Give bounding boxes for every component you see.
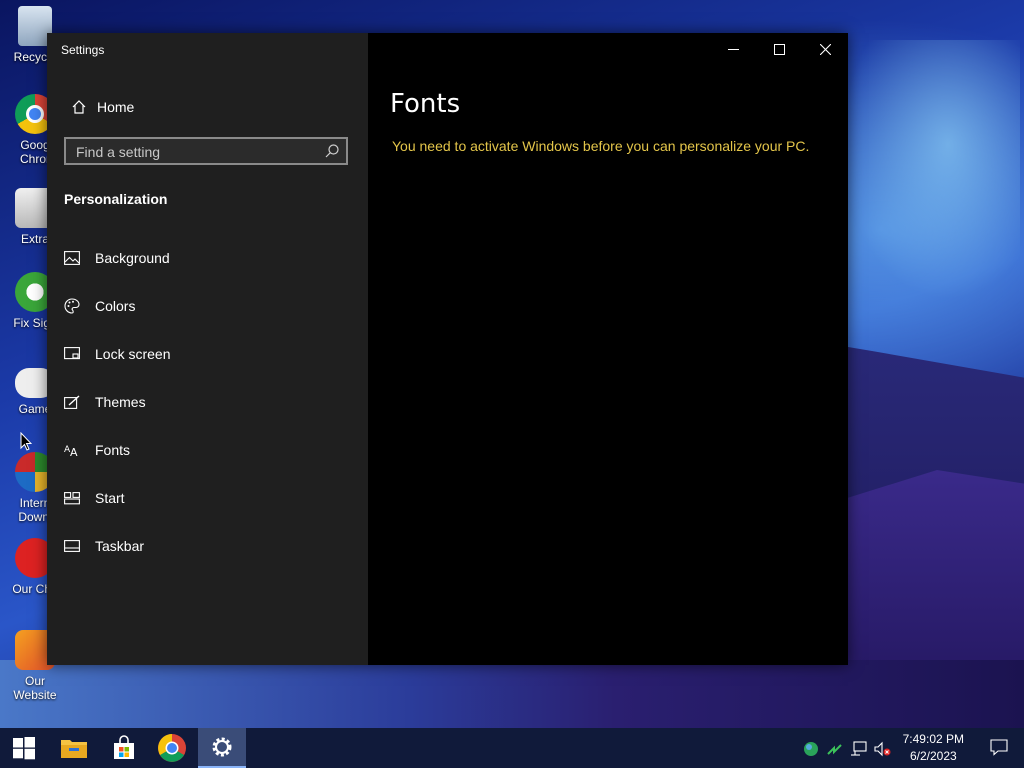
clock-date: 6/2/2023 <box>909 749 957 763</box>
mouse-cursor-icon <box>20 431 33 457</box>
themes-icon <box>63 393 81 411</box>
start-icon <box>63 489 81 507</box>
page-title: Fonts <box>390 89 461 119</box>
clock-time: 7:49:02 PM <box>902 732 964 746</box>
tray-network-activity-icon[interactable] <box>826 740 844 758</box>
sidebar-item-start[interactable]: Start <box>47 474 368 522</box>
desktop-ground <box>0 660 1024 732</box>
sidebar-item-label: Start <box>95 490 125 506</box>
section-title: Personalization <box>64 191 168 207</box>
sidebar-item-taskbar[interactable]: Taskbar <box>47 522 368 570</box>
search-icon[interactable] <box>324 143 340 164</box>
action-center-button[interactable] <box>990 738 1008 761</box>
sidebar-item-background[interactable]: Background <box>47 234 368 282</box>
background-icon <box>63 249 81 267</box>
windows-start-icon <box>13 737 35 760</box>
search-input[interactable] <box>66 139 328 165</box>
taskbar-icon <box>63 537 81 555</box>
sidebar-item-label: Colors <box>95 298 136 314</box>
sidebar-item-label: Fonts <box>95 442 131 458</box>
taskbar-clock[interactable]: 7:49:02 PM 6/2/2023 <box>903 731 964 765</box>
close-icon <box>819 43 831 55</box>
window-title: Settings <box>61 43 105 57</box>
sidebar-item-lock-screen[interactable]: Lock screen <box>47 330 368 378</box>
sidebar-item-label: Taskbar <box>95 538 145 554</box>
notification-icon <box>990 739 1008 756</box>
activation-message: You need to activate Windows before you … <box>392 138 810 154</box>
taskbar-file-explorer[interactable] <box>50 728 98 768</box>
sidebar-item-label: Themes <box>95 394 146 410</box>
start-button[interactable] <box>0 728 48 768</box>
sidebar-item-fonts[interactable]: AA Fonts <box>47 426 368 474</box>
palette-icon <box>63 297 81 315</box>
svg-text:A: A <box>70 446 78 457</box>
taskbar-store[interactable] <box>100 728 148 768</box>
desktop-aurora <box>840 40 1020 300</box>
store-icon <box>114 735 134 759</box>
maximize-icon <box>773 43 785 55</box>
settings-window: Settings Home Personalization Background <box>47 33 848 665</box>
fonts-icon: AA <box>63 441 81 459</box>
file-explorer-icon <box>61 740 87 758</box>
sidebar-item-themes[interactable]: Themes <box>47 378 368 426</box>
taskbar-settings[interactable] <box>198 728 246 768</box>
sidebar-item-label: Background <box>95 250 170 266</box>
sidebar-item-colors[interactable]: Colors <box>47 282 368 330</box>
volume-muted-icon[interactable] <box>874 740 892 758</box>
minimize-icon <box>727 48 739 50</box>
minimize-button[interactable] <box>710 33 756 65</box>
search-box[interactable] <box>64 137 348 165</box>
sidebar-item-label: Lock screen <box>95 346 171 362</box>
maximize-button[interactable] <box>756 33 802 65</box>
chrome-icon <box>158 734 186 762</box>
personalization-nav: Background Colors Lock screen Themes A A… <box>47 234 368 570</box>
close-button[interactable] <box>802 33 848 65</box>
home-nav-item[interactable]: Home <box>47 91 368 123</box>
home-icon <box>63 99 95 115</box>
lock-screen-icon <box>63 345 81 363</box>
tray-app-icon[interactable] <box>802 740 820 758</box>
settings-gear-icon <box>212 737 232 757</box>
network-icon[interactable] <box>850 740 868 758</box>
taskbar: 7:49:02 PM 6/2/2023 <box>0 728 1024 768</box>
settings-sidebar: Settings Home Personalization Background <box>47 33 368 665</box>
home-label: Home <box>97 99 135 115</box>
window-controls <box>710 33 848 65</box>
taskbar-chrome[interactable] <box>148 728 196 768</box>
